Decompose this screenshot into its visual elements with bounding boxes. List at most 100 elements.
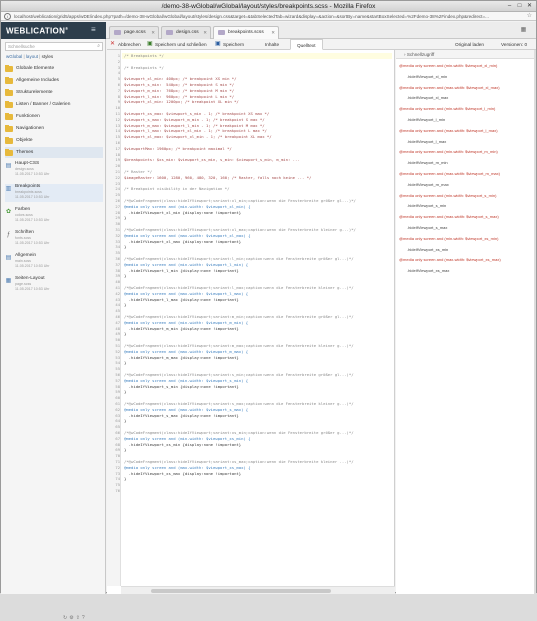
outline-class-item[interactable]: .hideIfViewport_m_max [399,181,534,189]
maximize-icon[interactable]: □ [515,2,524,11]
outline-media-item[interactable]: @media only screen and (min-width: $view… [399,105,534,113]
save-button[interactable]: ▣ Speichern [215,40,244,49]
outline-media-item[interactable]: @media only screen and (max-width: $view… [399,84,534,92]
save-icon: ▣ [215,41,221,47]
folder-icon [5,77,13,84]
outline-class-item[interactable]: .hideIfViewport_xs_max [399,267,534,275]
search-icon[interactable]: ⌕ [97,43,100,50]
code-line[interactable]: /* Breakpoints */ [124,65,164,71]
vertical-scrollbar[interactable] [534,50,536,594]
tab-page-scss[interactable]: page.scss ✕ [109,26,159,39]
file-item[interactable]: ▥ Breakpoints breakpoints.scss 11.05.2017 1… [5,184,103,202]
code-line[interactable]: } [124,273,126,279]
tab-breakpoints-scss[interactable]: breakpoints.scss ✕ [213,26,279,40]
code-line[interactable]: } [124,244,126,250]
outline-media-item[interactable]: @media only screen and (min-width: $view… [399,192,534,200]
file-item[interactable]: ▤ Haupt-CSS design.scss 11.05.2017 10:53 Uh… [5,161,103,179]
code-line[interactable]: .hideIfViewport_xs_max {display:none !im… [124,471,241,477]
quick-access-header: › Schnellzugriff [396,50,536,59]
close-tab-icon[interactable]: ✕ [151,27,155,38]
code-line[interactable]: $viewportMax: 1960px; /* breakpoint maxi… [124,146,232,152]
hamburger-icon[interactable]: ≡ [91,25,96,34]
file-item[interactable]: ▤ Allgemein main.scss 11.05.2017 10:53 Uhr [5,253,103,271]
code-line[interactable]: .hideIfViewport_xl_max {display:none !im… [124,239,241,245]
code-line[interactable]: .hideIfViewport_l_min {display:none !imp… [124,268,239,274]
file-item[interactable]: ✿ Farben colors.scss 11.05.2017 10:53 Uhr [5,207,103,225]
code-editor[interactable]: 1 2 3 4 5 6 7 8 9 10 11 12 13 14 15 16 17 18 19 20 21 22 23 24 2… [107,50,395,594]
code-line[interactable]: $viewport_xl_max: $viewport_xl_min - 1; … [124,134,272,140]
scrollbar-thumb[interactable] [151,589,331,593]
code-line[interactable]: /* Breakpoints */ [124,53,164,59]
address-bar[interactable]: i localhost/weblication/grid5/apps/wDE/i… [1,12,536,21]
file-item[interactable]: ƒ Schriften fonts.scss 11.05.2017 10:53 Uhr [5,230,103,248]
code-line[interactable]: $breakpoints: $xs_min: $viewport_xs_min,… [124,157,300,163]
file-icon [114,30,121,35]
folder-item[interactable]: Allgemeine Includes [5,75,103,86]
code-line[interactable]: } [124,215,126,221]
outline-class-item[interactable]: .hideIfViewport_xl_max [399,94,534,102]
code-line[interactable]: } [124,302,126,308]
close-tab-icon[interactable]: ✕ [271,27,275,38]
outline-class-item[interactable]: .hideIfViewport_xs_min [399,246,534,254]
outline-class-item[interactable]: .hideIfViewport_s_min [399,202,534,210]
search-input[interactable]: Schnellsuche ⌕ [5,42,103,51]
code-line[interactable]: .hideIfViewport_xl_min {display:none !im… [124,210,241,216]
outline-media-item[interactable]: @media only screen and (max-width: $view… [399,256,534,264]
code-line[interactable]: .hideIfViewport_m_max {display:none !imp… [124,355,239,361]
code-line[interactable]: } [124,476,126,482]
outline-media-item[interactable]: @media only screen and (min-width: $view… [399,235,534,243]
breadcrumb-item[interactable]: layout [26,54,38,59]
folder-item[interactable]: Navigationen [5,123,103,134]
folder-item[interactable]: Globale Elemente [5,63,103,74]
info-icon[interactable]: i [4,13,11,20]
tab-wizard[interactable]: Inhalte [259,39,285,50]
outline-class-item[interactable]: .hideIfViewport_l_max [399,138,534,146]
minimize-icon[interactable]: – [505,2,514,11]
code-line[interactable]: .hideIfViewport_m_min {display:none !imp… [124,326,239,332]
tab-source[interactable]: Quelltext [290,39,323,50]
code-line[interactable]: } [124,331,126,337]
reload-original-button[interactable]: Original laden [455,40,484,49]
code-line[interactable]: .hideIfViewport_s_min {display:none !imp… [124,384,239,390]
tab-design-css[interactable]: design.css ✕ [161,26,211,39]
window-title: /demo-38-wGlobal/wGlobal/layout/styles/b… [161,3,376,10]
code-line[interactable]: } [124,360,126,366]
help-icon[interactable]: ? [82,615,87,621]
css-file-icon: ▤ [5,163,12,169]
folder-item[interactable]: Funktionen [5,111,103,122]
close-window-icon[interactable]: ✕ [525,2,534,11]
outline-class-item[interactable]: .hideIfViewport_s_max [399,224,534,232]
code-line[interactable]: } [124,389,126,395]
folder-item[interactable]: Objekte [5,135,103,146]
code-line[interactable]: $imageRaster: 1600, 1280, 960, 480, 320,… [124,175,311,181]
folder-item[interactable]: Listen / Banner / Galerien [5,99,103,110]
file-item[interactable]: ▦ Seiten-Layout page.scss 11.05.2017 10:53 … [5,276,103,294]
close-tab-icon[interactable]: ✕ [203,27,207,38]
outline-media-item[interactable]: @media only screen and (max-width: $view… [399,170,534,178]
cancel-button[interactable]: ✕ Abbrechen [110,40,141,49]
code-line[interactable]: /* Breakpoint visibility in der Navigati… [124,186,229,192]
code-line[interactable]: .hideIfViewport_l_max {display:none !imp… [124,297,239,303]
outline-class-item[interactable]: .hideIfViewport_l_min [399,116,534,124]
breadcrumb-item[interactable]: wGlobal [6,54,22,59]
outline-media-item[interactable]: @media only screen and (max-width: $view… [399,127,534,135]
breakpoints-icon: ▥ [5,186,12,192]
save-close-button[interactable]: ▣ Speichern und schließen [147,40,207,49]
outline-media-item[interactable]: @media only screen and (min-width: $view… [399,148,534,156]
code-line[interactable]: $viewport_xl_min: 1200px; /* breakpoint … [124,99,239,105]
folder-item[interactable]: Themes [5,147,103,158]
code-line[interactable]: } [124,418,126,424]
cancel-icon: ✕ [110,41,116,47]
star-icon[interactable]: ☆ [527,12,532,21]
url-text[interactable]: localhost/weblication/grid5/apps/wDE/ind… [14,13,511,20]
code-line[interactable]: .hideIfViewport_s_max {display:none !imp… [124,413,239,419]
folder-item[interactable]: Strukturelemente [5,87,103,98]
versions-label[interactable]: Versionen: 0 [501,40,527,49]
code-line[interactable]: .hideIfViewport_xs_min {display:none !im… [124,442,241,448]
grid-menu-icon[interactable]: ▦ [511,22,536,39]
outline-media-item[interactable]: @media only screen and (min-width: $view… [399,62,534,70]
outline-media-item[interactable]: @media only screen and (max-width: $view… [399,213,534,221]
outline-class-item[interactable]: .hideIfViewport_xl_min [399,73,534,81]
code-line[interactable]: } [124,447,126,453]
outline-class-item[interactable]: .hideIfViewport_m_min [399,159,534,167]
